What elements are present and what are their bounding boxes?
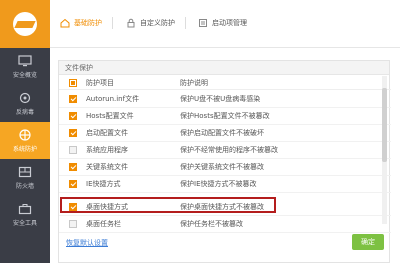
table-header: 防护项目 防护说明	[59, 76, 391, 90]
tab-divider	[112, 17, 113, 29]
sidebar-item-overview[interactable]: 安全概览	[0, 48, 50, 85]
list-icon	[199, 19, 207, 27]
table-row[interactable]: 启动配置文件 保护启动配置文件不被破坏	[59, 125, 391, 142]
sidebar-item-label: 安全概览	[12, 71, 37, 79]
app-logo	[0, 0, 50, 48]
row-checkbox[interactable]	[68, 146, 77, 154]
monitor-icon	[18, 54, 32, 66]
row-name: Hosts配置文件	[86, 112, 134, 120]
sidebar-item-label: 系统防护	[12, 145, 37, 153]
sidebar-item-label: 安全工具	[12, 219, 37, 227]
row-desc: 保护不经常使用的程序不被篡改	[180, 146, 278, 154]
tab-basic-protection[interactable]: 基础防护	[58, 14, 104, 32]
highlight-box	[60, 197, 276, 213]
row-checkbox[interactable]	[68, 180, 77, 188]
home-icon	[60, 18, 70, 28]
row-checkbox[interactable]	[68, 112, 77, 120]
sidebar-item-security-tools[interactable]: 安全工具	[0, 196, 50, 233]
row-name: IE快捷方式	[86, 180, 121, 188]
row-desc: 保护Hosts配置文件不被篡改	[180, 112, 270, 120]
scrollbar-thumb[interactable]	[382, 88, 387, 162]
row-name: 系统应用程序	[86, 146, 128, 154]
table-row[interactable]: 系统应用程序 保护不经常使用的程序不被篡改	[59, 142, 391, 159]
row-desc: 保护IE快捷方式不被篡改	[180, 180, 257, 188]
shield-virus-icon	[19, 92, 31, 103]
row-name: 启动配置文件	[86, 129, 128, 137]
table-row[interactable]: 关键系统文件 保护关键系统文件不被篡改	[59, 159, 391, 176]
file-protection-panel: 文件保护 防护项目 防护说明 Autorun.inf文件 保护U盘不被U盘病毒感…	[58, 60, 391, 263]
row-name: 关键系统文件	[86, 163, 128, 171]
tab-divider	[185, 17, 186, 29]
sidebar-item-antivirus[interactable]: 反病毒	[0, 85, 50, 122]
tab-startup-manager[interactable]: 启动项管理	[196, 14, 249, 32]
row-name: 桌面任务栏	[86, 220, 121, 228]
table-row[interactable]: 桌面任务栏 保护任务栏不被篡改	[59, 216, 391, 233]
firewall-icon	[18, 166, 32, 177]
tab-label: 自定义防护	[140, 19, 175, 27]
row-checkbox[interactable]	[68, 163, 77, 171]
row-desc: 保护U盘不被U盘病毒感染	[180, 95, 261, 103]
row-checkbox[interactable]	[68, 220, 77, 228]
table-row[interactable]: Autorun.inf文件 保护U盘不被U盘病毒感染	[59, 91, 391, 108]
restore-defaults-link[interactable]: 恢复默认设置	[66, 238, 108, 248]
tab-bar: 基础防护 自定义防护 启动项管理	[50, 0, 400, 48]
header-item: 防护项目	[86, 78, 114, 87]
table-row[interactable]: Hosts配置文件 保护Hosts配置文件不被篡改	[59, 108, 391, 125]
sidebar: 安全概览 反病毒 系统防护 防火墙 安全工具	[0, 0, 50, 263]
row-desc: 保护关键系统文件不被篡改	[180, 163, 264, 171]
table-row[interactable]: IE快捷方式 保护IE快捷方式不被篡改	[59, 176, 391, 193]
sidebar-item-label: 防火墙	[15, 182, 34, 190]
confirm-button[interactable]: 确定	[352, 234, 384, 250]
header-desc: 防护说明	[180, 78, 208, 87]
sidebar-item-system-protection[interactable]: 系统防护	[0, 122, 50, 159]
row-desc: 保护任务栏不被篡改	[180, 220, 243, 228]
tab-label: 基础防护	[74, 19, 102, 27]
row-desc: 保护启动配置文件不被破坏	[180, 129, 264, 137]
panel-title: 文件保护	[59, 61, 389, 75]
row-checkbox[interactable]	[68, 95, 77, 103]
select-all-checkbox[interactable]	[68, 78, 77, 87]
tab-label: 启动项管理	[212, 19, 247, 27]
logo-icon	[13, 12, 37, 36]
row-checkbox[interactable]	[68, 129, 77, 137]
row-name: Autorun.inf文件	[86, 95, 140, 103]
tab-custom-protection[interactable]: 自定义防护	[124, 14, 177, 32]
sidebar-item-firewall[interactable]: 防火墙	[0, 159, 50, 196]
toolbox-icon	[18, 203, 32, 214]
sidebar-nav: 安全概览 反病毒 系统防护 防火墙 安全工具	[0, 48, 50, 233]
lock-icon	[127, 18, 135, 28]
sidebar-item-label: 反病毒	[15, 108, 34, 116]
crosshair-icon	[19, 128, 31, 141]
